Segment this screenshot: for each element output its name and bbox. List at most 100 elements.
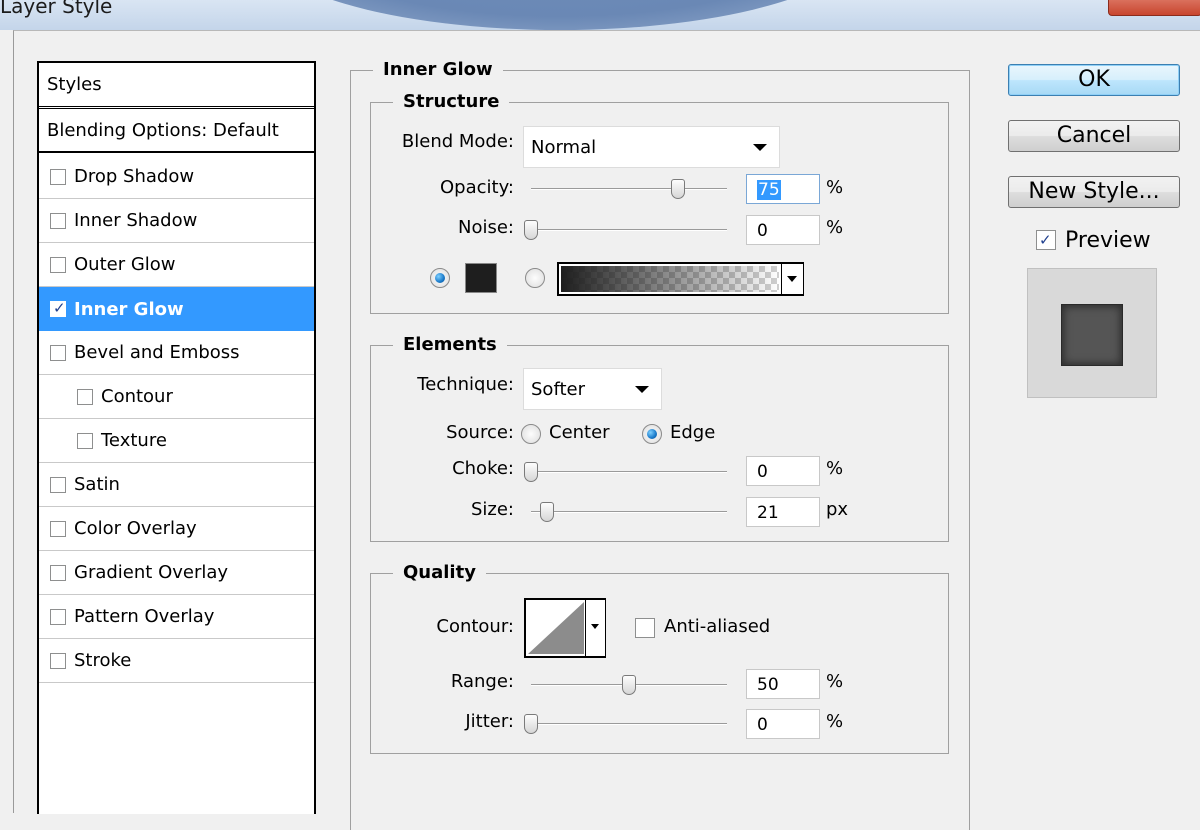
style-checkbox[interactable] bbox=[50, 608, 66, 625]
noise-value: 0 bbox=[757, 221, 768, 241]
gradient-dropdown[interactable] bbox=[781, 264, 803, 294]
style-item-inner-glow[interactable]: ✓ Inner Glow bbox=[39, 287, 314, 331]
choke-unit: % bbox=[826, 458, 844, 479]
style-item-label: Inner Glow bbox=[74, 298, 184, 320]
jitter-unit: % bbox=[826, 711, 844, 732]
style-checkbox[interactable] bbox=[50, 344, 66, 361]
range-slider-thumb[interactable] bbox=[622, 675, 636, 695]
jitter-slider-thumb[interactable] bbox=[524, 714, 538, 734]
size-label: Size: bbox=[470, 499, 514, 520]
structure-title: Structure bbox=[393, 90, 510, 114]
style-item-drop-shadow[interactable]: Drop Shadow bbox=[39, 155, 314, 199]
title-bar: Layer Style bbox=[0, 0, 1200, 30]
opacity-value: 75 bbox=[757, 180, 781, 200]
style-item-bevel-and-emboss[interactable]: Bevel and Emboss bbox=[39, 331, 314, 375]
gradient-radio[interactable] bbox=[525, 268, 545, 288]
source-label: Source: bbox=[446, 422, 514, 443]
style-checkbox[interactable] bbox=[50, 520, 66, 537]
style-checkbox[interactable] bbox=[50, 256, 66, 273]
opacity-slider-thumb[interactable] bbox=[671, 179, 685, 199]
size-input[interactable]: 21 bbox=[746, 497, 820, 527]
glow-color-swatch[interactable] bbox=[465, 263, 497, 293]
range-input[interactable]: 50 bbox=[746, 669, 820, 699]
source-center-radio[interactable] bbox=[521, 424, 541, 444]
range-unit: % bbox=[826, 671, 844, 692]
style-item-texture[interactable]: Texture bbox=[39, 419, 314, 463]
size-slider-track[interactable] bbox=[531, 511, 727, 513]
style-checkbox[interactable] bbox=[77, 432, 93, 449]
preview-box bbox=[1027, 268, 1157, 398]
size-slider-thumb[interactable] bbox=[540, 502, 555, 522]
source-edge-radio[interactable] bbox=[642, 424, 662, 444]
blending-options-item[interactable]: Blending Options: Default bbox=[39, 109, 314, 153]
style-item-stroke[interactable]: Stroke bbox=[39, 639, 314, 683]
checkmark-icon: ✓ bbox=[1039, 231, 1052, 249]
contour-dropdown[interactable] bbox=[585, 600, 605, 656]
style-item-label: Texture bbox=[101, 430, 167, 451]
contour-label: Contour: bbox=[436, 616, 514, 637]
source-center-label: Center bbox=[549, 422, 610, 443]
style-item-gradient-overlay[interactable]: Gradient Overlay bbox=[39, 551, 314, 595]
blend-mode-value: Normal bbox=[531, 136, 597, 158]
noise-input[interactable]: 0 bbox=[746, 215, 820, 245]
blend-mode-label: Blend Mode: bbox=[401, 131, 514, 152]
noise-unit: % bbox=[826, 217, 844, 238]
noise-slider-thumb[interactable] bbox=[524, 220, 538, 240]
ok-button[interactable]: OK bbox=[1008, 64, 1180, 96]
chevron-down-icon bbox=[787, 276, 797, 282]
blending-options-label: Blending Options: Default bbox=[47, 119, 279, 141]
style-checkbox[interactable]: ✓ bbox=[50, 299, 66, 317]
technique-label: Technique: bbox=[417, 374, 514, 395]
style-item-label: Color Overlay bbox=[74, 518, 197, 539]
style-item-pattern-overlay[interactable]: Pattern Overlay bbox=[39, 595, 314, 639]
style-item-satin[interactable]: Satin bbox=[39, 463, 314, 507]
solid-color-radio[interactable] bbox=[430, 268, 450, 288]
choke-slider-track[interactable] bbox=[531, 471, 727, 473]
style-item-color-overlay[interactable]: Color Overlay bbox=[39, 507, 314, 551]
chevron-down-icon bbox=[753, 144, 767, 151]
new-style-button[interactable]: New Style... bbox=[1008, 176, 1180, 208]
style-item-contour[interactable]: Contour bbox=[39, 375, 314, 419]
title-bar-glow bbox=[255, 0, 865, 30]
technique-select[interactable]: Softer bbox=[523, 368, 662, 410]
preview-label: Preview bbox=[1065, 228, 1151, 253]
contour-picker[interactable] bbox=[524, 598, 606, 658]
anti-aliased-checkbox[interactable] bbox=[635, 618, 655, 638]
style-checkbox[interactable] bbox=[50, 476, 66, 493]
style-item-label: Contour bbox=[101, 386, 173, 407]
blend-mode-select[interactable]: Normal bbox=[523, 126, 780, 168]
style-checkbox[interactable] bbox=[77, 388, 93, 405]
close-button[interactable] bbox=[1108, 0, 1200, 16]
style-item-outer-glow[interactable]: Outer Glow bbox=[39, 243, 314, 287]
jitter-slider-track[interactable] bbox=[531, 723, 727, 725]
style-item-label: Inner Shadow bbox=[74, 210, 198, 231]
opacity-input[interactable]: 75 bbox=[746, 174, 820, 204]
checkmark-icon: ✓ bbox=[53, 299, 66, 317]
style-checkbox[interactable] bbox=[50, 212, 66, 229]
style-checkbox[interactable] bbox=[50, 652, 66, 669]
choke-label: Choke: bbox=[452, 458, 514, 479]
jitter-label: Jitter: bbox=[465, 711, 514, 732]
style-item-inner-shadow[interactable]: Inner Shadow bbox=[39, 199, 314, 243]
quality-title: Quality bbox=[393, 561, 486, 585]
style-item-label: Pattern Overlay bbox=[74, 606, 215, 627]
cancel-button[interactable]: Cancel bbox=[1008, 120, 1180, 152]
style-checkbox[interactable] bbox=[50, 564, 66, 581]
choke-slider-thumb[interactable] bbox=[524, 462, 538, 482]
preview-checkbox[interactable]: ✓ bbox=[1036, 230, 1056, 250]
jitter-value: 0 bbox=[757, 715, 768, 735]
jitter-input[interactable]: 0 bbox=[746, 709, 820, 739]
style-checkbox[interactable] bbox=[50, 168, 66, 185]
styles-header[interactable]: Styles bbox=[39, 63, 314, 109]
noise-slider-track[interactable] bbox=[531, 229, 727, 231]
choke-value: 0 bbox=[757, 462, 768, 482]
style-item-label: Bevel and Emboss bbox=[74, 342, 240, 363]
noise-label: Noise: bbox=[458, 217, 514, 238]
opacity-slider-track[interactable] bbox=[531, 188, 727, 190]
source-edge-label: Edge bbox=[670, 422, 716, 443]
gradient-picker[interactable] bbox=[557, 262, 804, 296]
preview-swatch bbox=[1061, 304, 1123, 366]
choke-input[interactable]: 0 bbox=[746, 456, 820, 486]
style-item-label: Outer Glow bbox=[74, 254, 176, 275]
opacity-unit: % bbox=[826, 177, 844, 198]
